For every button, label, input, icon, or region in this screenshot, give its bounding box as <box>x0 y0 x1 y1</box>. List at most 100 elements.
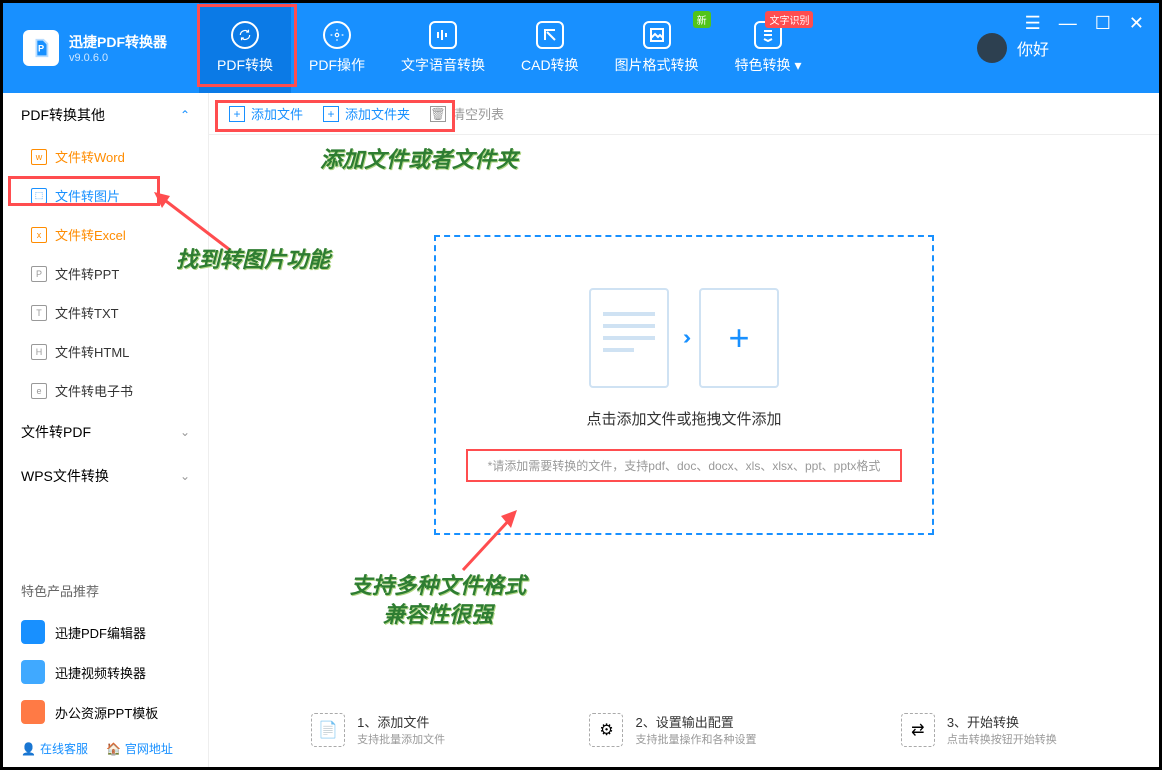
drop-title: 点击添加文件或拖拽文件添加 <box>586 408 781 429</box>
sidebar-item-ebook[interactable]: e 文件转电子书 <box>3 371 208 410</box>
support-label: 官网地址 <box>125 740 173 757</box>
word-icon: w <box>31 149 47 165</box>
ebook-icon: e <box>31 383 47 399</box>
btn-label: 添加文件夹 <box>345 104 410 123</box>
tab-pdf-convert[interactable]: PDF转换 <box>199 3 291 93</box>
sidebar-item-label: 文件转Excel <box>55 225 126 244</box>
maximize-icon[interactable]: ☐ <box>1095 13 1111 34</box>
tab-label: PDF操作 <box>309 55 365 75</box>
ocr-badge: 文字识别 <box>765 11 813 28</box>
app-logo-icon: P <box>23 30 59 66</box>
rec-label: 迅捷PDF编辑器 <box>55 623 146 642</box>
menu-icon[interactable]: ☰ <box>1025 13 1041 34</box>
clear-list-button[interactable]: 🗑清空列表 <box>430 104 504 123</box>
sidebar-item-label: 文件转Word <box>55 147 125 166</box>
main-tabs: PDF转换 PDF操作 文字语音转换 CAD转换 新 图片格式转换 文字识别 特… <box>199 3 819 93</box>
rec-label: 迅捷视频转换器 <box>55 663 146 682</box>
sidebar-item-word[interactable]: w 文件转Word <box>3 137 208 176</box>
rec-ppt-tpl[interactable]: 办公资源PPT模板 <box>21 692 190 732</box>
arrow-right-icon: ››› <box>683 327 685 350</box>
tab-cad[interactable]: CAD转换 <box>503 3 597 93</box>
add-file-icon: 📄 <box>311 713 345 747</box>
new-badge: 新 <box>693 11 711 28</box>
add-file-button[interactable]: + 添加文件 <box>229 104 303 123</box>
rec-pdf-editor[interactable]: 迅捷PDF编辑器 <box>21 612 190 652</box>
steps-guide: 📄1、添加文件支持批量添加文件 ⚙ 2、设置输出配置支持批量操作和各种设置 ⇄3、… <box>209 692 1159 767</box>
chevron-down-icon: ⌄ <box>180 469 190 483</box>
gear-icon: ⚙ <box>589 713 623 747</box>
section-wps[interactable]: WPS文件转换 ⌄ <box>3 454 208 498</box>
step-2: ⚙ 2、设置输出配置支持批量操作和各种设置 <box>589 712 756 747</box>
image-icon <box>643 21 671 49</box>
window-controls: ☰ — ☐ ✕ <box>1025 13 1144 34</box>
close-icon[interactable]: ✕ <box>1129 13 1144 34</box>
step-title: 2、设置输出配置 <box>635 712 756 731</box>
tab-label: 特色转换 <box>735 57 791 73</box>
tab-label: 文字语音转换 <box>401 55 485 75</box>
step-sub: 支持批量操作和各种设置 <box>635 731 756 747</box>
sidebar-item-txt[interactable]: T 文件转TXT <box>3 293 208 332</box>
avatar <box>977 33 1007 63</box>
section-pdf-to-other[interactable]: PDF转换其他 ⌃ <box>3 93 208 137</box>
tab-special[interactable]: 文字识别 特色转换 ▾ <box>717 3 820 93</box>
step-3: ⇄3、开始转换点击转换按钮开始转换 <box>901 712 1057 747</box>
app-name: 迅捷PDF转换器 <box>69 32 167 52</box>
app-header: P 迅捷PDF转换器 v9.0.6.0 PDF转换 PDF操作 文字语音转换 C… <box>3 3 1159 93</box>
tab-pdf-operate[interactable]: PDF操作 <box>291 3 383 93</box>
support-label: 在线客服 <box>40 740 88 757</box>
section-title: WPS文件转换 <box>21 466 109 486</box>
drop-zone[interactable]: ››› + 点击添加文件或拖拽文件添加 *请添加需要转换的文件，支持pdf、do… <box>434 235 934 535</box>
add-folder-button[interactable]: + 添加文件夹 <box>323 104 410 123</box>
section-title: 文件转PDF <box>21 422 91 442</box>
plus-icon: + <box>699 288 779 388</box>
ppt-tpl-icon <box>21 700 45 724</box>
user-area[interactable]: 你好 <box>977 33 1049 63</box>
convert-icon: ⇄ <box>901 713 935 747</box>
chevron-up-icon: ⌃ <box>180 108 190 122</box>
cad-icon <box>536 21 564 49</box>
step-sub: 点击转换按钮开始转换 <box>947 731 1057 747</box>
html-icon: H <box>31 344 47 360</box>
sidebar-item-label: 文件转HTML <box>55 342 129 361</box>
sidebar-item-html[interactable]: H 文件转HTML <box>3 332 208 371</box>
tab-text-audio[interactable]: 文字语音转换 <box>383 3 503 93</box>
section-file-to-pdf[interactable]: 文件转PDF ⌄ <box>3 410 208 454</box>
support-chat[interactable]: 👤在线客服 <box>21 740 88 757</box>
trash-icon: 🗑 <box>430 106 446 122</box>
btn-label: 添加文件 <box>251 104 303 123</box>
app-version: v9.0.6.0 <box>69 52 167 64</box>
sidebar-item-label: 文件转电子书 <box>55 381 133 400</box>
annotation-3: 支持多种文件格式兼容性很强 <box>350 572 526 629</box>
convert-icon <box>231 21 259 49</box>
rec-video-conv[interactable]: 迅捷视频转换器 <box>21 652 190 692</box>
sidebar-item-label: 文件转TXT <box>55 303 119 322</box>
plus-icon: + <box>229 106 245 122</box>
annotation-1: 添加文件或者文件夹 <box>320 142 518 174</box>
step-1: 📄1、添加文件支持批量添加文件 <box>311 712 445 747</box>
drop-illustration: ››› + <box>589 288 779 388</box>
editor-icon <box>21 620 45 644</box>
image-icon: ⬚ <box>31 188 47 204</box>
txt-icon: T <box>31 305 47 321</box>
main-panel: + 添加文件 + 添加文件夹 🗑清空列表 ››› + 点击添加文件或拖拽文件添加 *… <box>209 93 1159 767</box>
chevron-down-icon: ⌄ <box>180 425 190 439</box>
svg-text:P: P <box>38 44 44 54</box>
excel-icon: x <box>31 227 47 243</box>
sidebar-item-label: 文件转图片 <box>55 186 120 205</box>
support-site[interactable]: 🏠 官网地址 <box>106 740 173 757</box>
arrow-icon <box>455 508 525 578</box>
step-sub: 支持批量添加文件 <box>357 731 445 747</box>
ppt-icon: P <box>31 266 47 282</box>
gear-icon <box>323 21 351 49</box>
chevron-down-icon: ▾ <box>794 57 801 73</box>
minimize-icon[interactable]: — <box>1059 13 1077 34</box>
plus-folder-icon: + <box>323 106 339 122</box>
tab-label: CAD转换 <box>521 55 579 75</box>
video-icon <box>21 660 45 684</box>
sidebar-item-label: 文件转PPT <box>55 264 119 283</box>
doc-icon <box>589 288 669 388</box>
audio-icon <box>429 21 457 49</box>
home-icon: 🏠 <box>106 742 121 756</box>
tab-image-format[interactable]: 新 图片格式转换 <box>597 3 717 93</box>
tab-label: 图片格式转换 <box>615 55 699 75</box>
